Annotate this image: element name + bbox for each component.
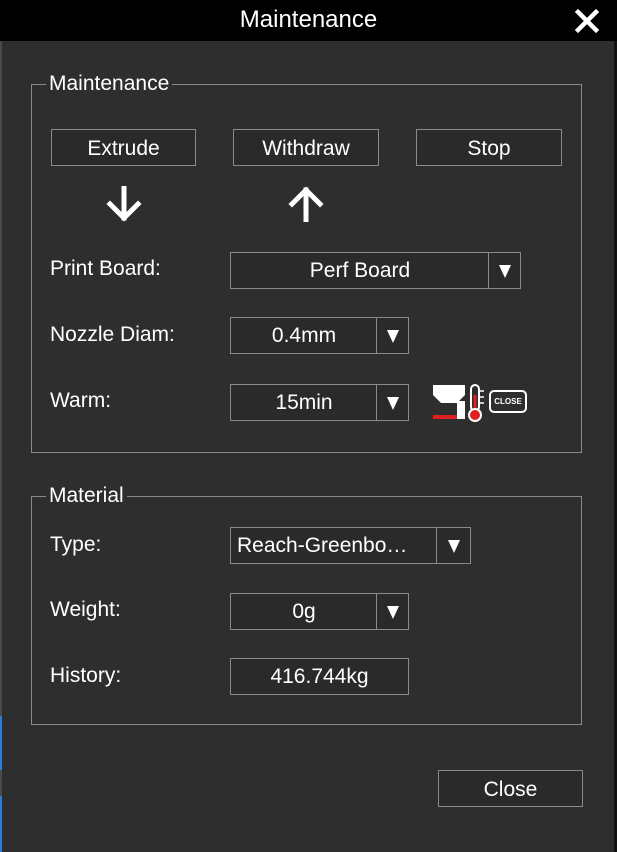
extrude-button[interactable]: Extrude [51,129,196,166]
history-label: History: [50,664,122,687]
history-value: 416.744kg [230,658,409,695]
print-board-label: Print Board: [50,257,161,280]
warm-label: Warm: [50,389,112,412]
dropdown-arrow-icon[interactable] [436,528,470,563]
nozzle-diam-value: 0.4mm [271,324,337,347]
arrow-up-icon [288,186,324,222]
close-badge-icon[interactable]: CLOSE [489,390,527,413]
dropdown-arrow-icon[interactable] [376,385,408,420]
material-type-select[interactable]: Reach-Greenbo… [230,527,471,564]
type-label: Type: [50,533,102,556]
dialog-title: Maintenance [239,6,378,33]
stop-button[interactable]: Stop [416,129,562,166]
weight-value: 0g [292,600,316,623]
material-legend: Material [49,484,124,507]
close-icon[interactable] [574,8,600,34]
print-board-value: Perf Board [309,259,411,282]
nozzle-diam-label: Nozzle Diam: [50,323,175,346]
weight-label: Weight: [50,598,121,621]
maintenance-legend: Maintenance [49,72,170,95]
warm-value: 15min [275,391,333,414]
heater-thermometer-icon[interactable] [431,381,487,423]
dropdown-arrow-icon[interactable] [376,594,408,629]
close-button[interactable]: Close [438,770,583,807]
title-bar: Maintenance [0,0,617,41]
withdraw-button[interactable]: Withdraw [233,129,379,166]
weight-select[interactable]: 0g [230,593,409,630]
nozzle-diam-select[interactable]: 0.4mm [230,317,409,354]
dropdown-arrow-icon[interactable] [376,318,408,353]
print-board-select[interactable]: Perf Board [230,252,521,289]
edge-highlight [0,716,2,770]
arrow-down-icon [106,186,142,222]
dropdown-arrow-icon[interactable] [488,253,520,288]
material-type-value: Reach-Greenbo… [237,534,408,557]
edge-highlight [0,796,2,852]
warm-select[interactable]: 15min [230,384,409,421]
